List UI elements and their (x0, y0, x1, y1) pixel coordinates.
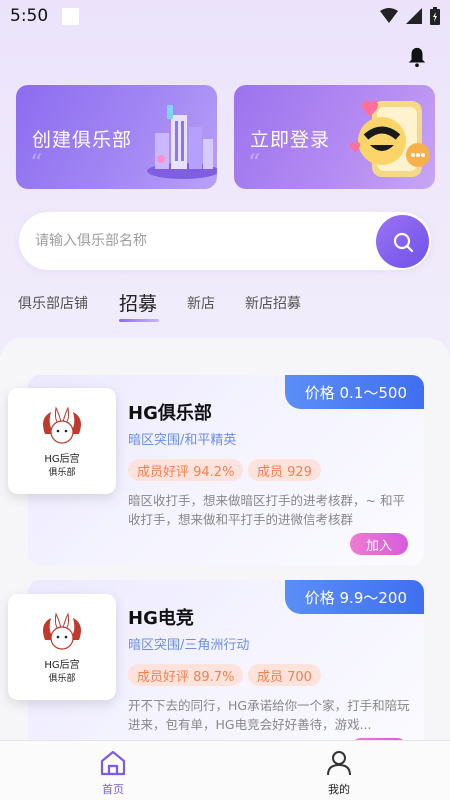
search-button[interactable] (376, 215, 429, 268)
logo-text: HG后宫 (44, 454, 80, 465)
wifi-icon (380, 8, 398, 23)
game-tags: 暗区突围/和平精英 (128, 433, 237, 448)
city-buildings-icon (147, 105, 217, 179)
club-name: HG俱乐部 (128, 403, 212, 424)
search-input[interactable] (35, 212, 365, 270)
logo-subtext: 俱乐部 (48, 674, 76, 684)
status-bar: 5:50 (0, 0, 450, 32)
signal-icon (406, 8, 422, 24)
search-icon (393, 232, 413, 252)
tab-new-shops[interactable]: 新店 (187, 293, 215, 313)
quote-mark-icon: “ (30, 149, 43, 177)
club-description: 暗区收打手，想来做暗区打手的进考核群，~ 和平收打手，想来做和平打手的进微信考核… (128, 493, 405, 527)
nav-home[interactable]: 首页 (73, 749, 153, 797)
rabbit-emblem-icon (43, 406, 81, 444)
status-icons (380, 7, 440, 25)
login-label: 立即登录 (250, 129, 331, 151)
create-club-label: 创建俱乐部 (32, 129, 133, 151)
login-banner[interactable]: 立即登录 “ (234, 85, 435, 189)
members-badge: 成员 700 (248, 664, 321, 686)
nav-mine[interactable]: 我的 (299, 749, 379, 797)
rating-badge: 成员好评 94.2% (128, 459, 244, 481)
rabbit-emblem-icon (43, 612, 81, 650)
club-description: 开不下去的同行，HG承诺给你一个家，打手和陪玩进来，包有单，HG电竞会好好善待，… (128, 698, 410, 732)
bottom-nav: 首页 我的 (0, 740, 450, 800)
create-club-banner[interactable]: 创建俱乐部 “ (16, 85, 217, 189)
club-logo: HG后宫 俱乐部 (8, 388, 116, 494)
search-bar (19, 212, 431, 270)
members-badge: 成员 929 (248, 459, 321, 481)
price-badge: 价格 9.9～200 (284, 580, 424, 614)
notification-icon (62, 7, 80, 25)
price-badge: 价格 0.1～500 (284, 375, 424, 409)
active-tab-indicator (119, 319, 159, 322)
status-time: 5:50 (10, 6, 49, 26)
user-icon (327, 751, 351, 776)
logo-text: HG后宫 (44, 660, 80, 671)
bell-icon[interactable] (406, 46, 428, 68)
battery-icon (430, 7, 440, 25)
phone-emoji-icon (350, 100, 430, 177)
logo-subtext: 俱乐部 (48, 468, 76, 478)
tab-club-shops[interactable]: 俱乐部店铺 (18, 293, 88, 313)
club-logo: HG后宫 俱乐部 (8, 594, 116, 700)
home-icon (100, 750, 126, 776)
quote-mark-icon: “ (248, 149, 261, 177)
game-tags: 暗区突围/三角洲行动 (128, 638, 250, 653)
rating-badge: 成员好评 89.7% (128, 664, 244, 686)
club-list: 价格 0.1～500 HG俱乐部 暗区突围/和平精英 成员好评 94.2% 成员… (0, 338, 450, 748)
category-tabs: 俱乐部店铺 招募 新店 新店招募 (18, 288, 438, 328)
join-button[interactable]: 加入 (350, 533, 408, 555)
tab-recruit[interactable]: 招募 (119, 289, 157, 316)
nav-home-label: 首页 (102, 783, 124, 796)
tab-new-shop-recruit[interactable]: 新店招募 (245, 293, 301, 313)
club-name: HG电竞 (128, 608, 194, 629)
nav-mine-label: 我的 (328, 783, 350, 796)
